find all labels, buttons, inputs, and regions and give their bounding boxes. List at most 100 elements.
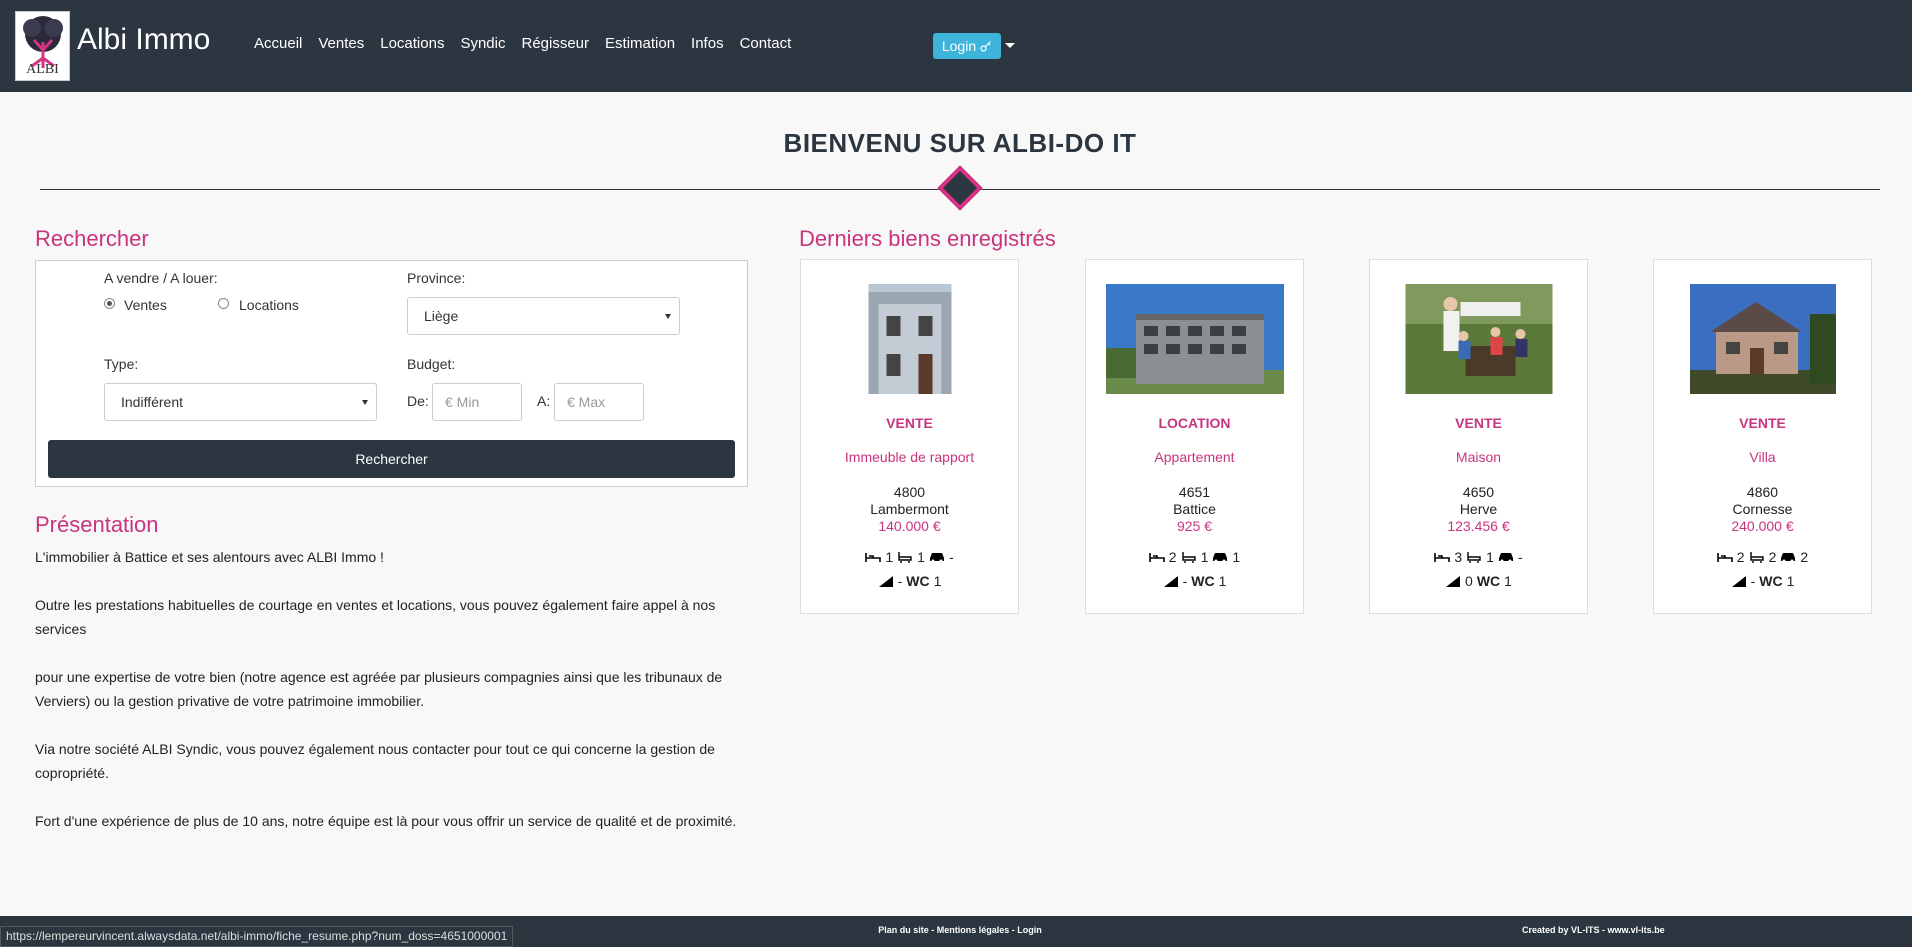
- beds-count: 3: [1454, 549, 1463, 565]
- nav-locations[interactable]: Locations: [380, 35, 444, 52]
- key-icon: [980, 41, 992, 52]
- select-arrow-icon: [665, 314, 671, 319]
- cars-count: -: [1517, 549, 1523, 565]
- property-card[interactable]: VENTE Villa 4860 Cornesse 240.000 € 2 2 …: [1653, 259, 1872, 614]
- bath-icon: [1467, 552, 1481, 563]
- wc-count: 1: [1504, 573, 1512, 589]
- baths-count: 1: [1486, 549, 1494, 565]
- wc-count: 1: [1786, 573, 1795, 589]
- bed-icon: [1434, 553, 1451, 562]
- listing-city: Battice: [1173, 501, 1216, 517]
- property-card[interactable]: VENTE Immeuble de rapport 4800 Lambermon…: [800, 259, 1019, 614]
- property-photo[interactable]: [1105, 284, 1284, 394]
- wc-count: 1: [933, 573, 942, 589]
- floors-count: -: [1182, 573, 1188, 589]
- listing-type[interactable]: Appartement: [1086, 449, 1303, 465]
- listing-type[interactable]: Maison: [1370, 449, 1587, 465]
- property-card[interactable]: LOCATION Appartement 4651 Battice 925 € …: [1085, 259, 1304, 614]
- stairs-icon: [1731, 576, 1746, 587]
- floors-count: 0: [1465, 573, 1473, 589]
- wc-icon: WC: [1476, 573, 1501, 589]
- main-nav: Accueil Ventes Locations Syndic Régisseu…: [254, 35, 807, 52]
- presentation-paragraph: L'immobilier à Battice et ses alentours …: [35, 549, 384, 565]
- wc-icon: WC: [1759, 573, 1783, 589]
- listing-zip: 4650: [1462, 484, 1495, 500]
- listing-city: Cornesse: [1732, 501, 1793, 517]
- budget-min-input[interactable]: € Min: [432, 383, 522, 421]
- listing-type[interactable]: Villa: [1654, 449, 1871, 465]
- car-icon: [1213, 553, 1228, 563]
- radio-ventes[interactable]: [104, 298, 115, 309]
- footer-credit[interactable]: Created by VL-ITS - www.vl-its.be: [1522, 925, 1665, 935]
- divider-diamond-icon: [937, 165, 983, 211]
- baths-count: 2: [1768, 549, 1777, 565]
- listing-features: 3 1 -: [1370, 549, 1587, 565]
- province-select[interactable]: Liège: [407, 297, 680, 335]
- stairs-icon: [1446, 576, 1461, 587]
- login-label: Login: [941, 38, 977, 54]
- car-icon: [1498, 553, 1513, 563]
- cars-count: -: [948, 549, 954, 565]
- floors-count: -: [1750, 573, 1756, 589]
- listing-price: 925 €: [1176, 518, 1213, 534]
- baths-count: 1: [917, 549, 925, 565]
- radio-locations-label[interactable]: Locations: [239, 297, 299, 313]
- presentation-title: Présentation: [35, 512, 159, 537]
- albi-logo[interactable]: ALBI: [15, 11, 70, 81]
- login-dropdown-caret-icon[interactable]: [1005, 43, 1015, 48]
- car-icon: [929, 553, 944, 563]
- property-photo[interactable]: [1405, 284, 1552, 394]
- car-icon: [1781, 553, 1796, 563]
- property-photo[interactable]: [1689, 284, 1836, 394]
- nav-estimation[interactable]: Estimation: [605, 35, 675, 52]
- listing-kind: VENTE: [886, 415, 933, 431]
- radio-locations[interactable]: [218, 298, 229, 309]
- listing-kind: VENTE: [1739, 415, 1786, 431]
- presentation-text: L'immobilier à Battice et ses alentours …: [35, 545, 755, 857]
- budget-to-label: A:: [537, 393, 551, 409]
- nav-regisseur[interactable]: Régisseur: [521, 35, 589, 52]
- bath-icon: [898, 552, 912, 563]
- nav-syndic[interactable]: Syndic: [460, 35, 505, 52]
- listing-price: 240.000 €: [1731, 518, 1794, 534]
- beds-count: 2: [1168, 549, 1177, 565]
- budget-label: Budget:: [407, 356, 456, 372]
- listing-city: Herve: [1459, 501, 1498, 517]
- budget-max-input[interactable]: € Max: [554, 383, 644, 421]
- search-button[interactable]: Rechercher: [48, 440, 735, 478]
- listing-features: 1 1 -: [801, 549, 1018, 565]
- listing-features: 2 1 1: [1086, 549, 1303, 565]
- beds-count: 2: [1736, 549, 1745, 565]
- search-title: Rechercher: [35, 226, 149, 251]
- cars-count: 1: [1232, 549, 1241, 565]
- search-form: A vendre / A louer: Ventes Locations Pro…: [35, 260, 748, 487]
- nav-accueil[interactable]: Accueil: [254, 35, 302, 52]
- login-button[interactable]: Login: [933, 33, 1001, 59]
- listing-features-2: - WC 1: [801, 573, 1018, 589]
- bed-icon: [865, 553, 882, 562]
- province-value: Liège: [424, 308, 459, 324]
- listing-city: Lambermont: [870, 501, 949, 517]
- floors-count: -: [897, 573, 903, 589]
- presentation-paragraph: Via notre société ALBI Syndic, vous pouv…: [35, 741, 715, 781]
- budget-from-label: De:: [407, 393, 429, 409]
- brand-name[interactable]: Albi Immo: [77, 23, 210, 57]
- stairs-icon: [1163, 576, 1178, 587]
- navbar: ALBI Albi Immo Accueil Ventes Locations …: [0, 0, 1912, 92]
- nav-infos[interactable]: Infos: [691, 35, 724, 52]
- property-photo[interactable]: [868, 284, 951, 394]
- wc-count: 1: [1218, 573, 1227, 589]
- radio-ventes-label[interactable]: Ventes: [124, 297, 167, 313]
- type-label: Type:: [104, 356, 139, 372]
- baths-count: 1: [1200, 549, 1209, 565]
- listing-zip: 4860: [1746, 484, 1779, 500]
- page-title: BIENVENU SUR ALBI-DO IT: [783, 128, 1137, 158]
- property-card[interactable]: VENTE Maison 4650 Herve 123.456 € 3 1 - …: [1369, 259, 1588, 614]
- nav-contact[interactable]: Contact: [740, 35, 792, 52]
- type-value: Indifférent: [121, 394, 184, 410]
- status-bar-url: https://lempereurvincent.alwaysdata.net/…: [0, 926, 514, 947]
- nav-ventes[interactable]: Ventes: [318, 35, 364, 52]
- type-select[interactable]: Indifférent: [104, 383, 377, 421]
- listing-type[interactable]: Immeuble de rapport: [801, 449, 1018, 465]
- beds-count: 1: [885, 549, 894, 565]
